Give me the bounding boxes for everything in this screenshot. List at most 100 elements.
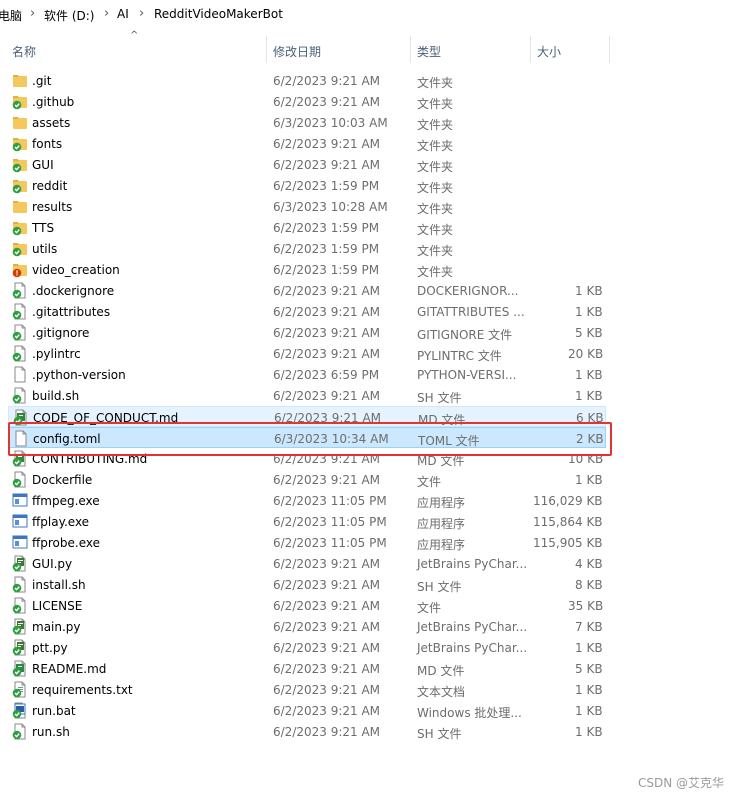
- column-header-type[interactable]: 类型: [417, 43, 441, 60]
- file-row[interactable]: utils 6/2/2023 1:59 PM 文件夹: [0, 238, 739, 259]
- file-synced-icon: [12, 345, 26, 362]
- file-type: PYTHON-VERSI...: [417, 368, 517, 382]
- exe-icon: [12, 514, 28, 528]
- file-size: 1 KB: [575, 704, 603, 718]
- file-row[interactable]: .gitignore 6/2/2023 9:21 AM GITIGNORE 文件 5 …: [0, 322, 739, 343]
- file-row[interactable]: assets 6/3/2023 10:03 AM 文件夹: [0, 112, 739, 133]
- file-row[interactable]: .dockerignore 6/2/2023 9:21 AM DOCKERIGNOR…: [0, 280, 739, 301]
- file-row[interactable]: ffplay.exe 6/2/2023 11:05 PM 应用程序 115,864 K…: [0, 511, 739, 532]
- file-row[interactable]: ptt.py 6/2/2023 9:21 AM JetBrains PyChar..…: [0, 637, 739, 658]
- folder-synced-icon: [12, 159, 27, 173]
- file-row[interactable]: requirements.txt 6/2/2023 9:21 AM 文本文档 1 KB: [0, 679, 739, 700]
- file-modified-date: 6/2/2023 9:21 AM: [273, 725, 381, 739]
- file-type: 文件夹: [417, 202, 454, 216]
- file-modified-date: 6/2/2023 9:21 AM: [273, 704, 381, 718]
- file-name: ffmpeg.exe: [32, 494, 100, 508]
- file-modified-date: 6/2/2023 9:21 AM: [273, 683, 381, 697]
- address-bar[interactable]: 电脑 › 软件 (D:) › AI › RedditVideoMakerBot: [0, 0, 739, 30]
- file-type: 文件: [417, 475, 442, 489]
- file-type: 文件夹: [417, 265, 454, 279]
- file-row[interactable]: ffprobe.exe 6/2/2023 11:05 PM 应用程序 115,905 …: [0, 532, 739, 553]
- breadcrumb-current-folder[interactable]: RedditVideoMakerBot: [154, 7, 283, 21]
- text-synced-icon: [12, 681, 26, 698]
- file-modified-date: 6/2/2023 9:21 AM: [273, 620, 381, 634]
- file-name: .python-version: [32, 368, 126, 382]
- file-size: 35 KB: [568, 599, 604, 613]
- file-row[interactable]: reddit 6/2/2023 1:59 PM 文件夹: [0, 175, 739, 196]
- file-row[interactable]: TTS 6/2/2023 1:59 PM 文件夹: [0, 217, 739, 238]
- file-row[interactable]: Dockerfile 6/2/2023 9:21 AM 文件 1 KB: [0, 469, 739, 490]
- file-size: 4 KB: [575, 557, 603, 571]
- file-row[interactable]: video_creation 6/2/2023 1:59 PM 文件夹: [0, 259, 739, 280]
- file-name: .gitattributes: [32, 305, 111, 319]
- folder-error-icon: [12, 264, 27, 278]
- file-modified-date: 6/2/2023 9:21 AM: [273, 347, 381, 361]
- file-type: GITATTRIBUTES ...: [417, 305, 525, 319]
- markdown-synced-icon: [12, 660, 26, 677]
- chevron-right-icon[interactable]: ›: [139, 6, 144, 21]
- file-row[interactable]: install.sh 6/2/2023 9:21 AM SH 文件 8 KB: [0, 574, 739, 595]
- file-row[interactable]: .github 6/2/2023 9:21 AM 文件夹: [0, 91, 739, 112]
- file-type: GITIGNORE 文件: [417, 328, 513, 342]
- folder-icon: [13, 201, 27, 213]
- file-row[interactable]: run.sh 6/2/2023 9:21 AM SH 文件 1 KB: [0, 721, 739, 742]
- file-synced-icon: [12, 282, 26, 299]
- file-name: .dockerignore: [32, 284, 115, 298]
- file-row[interactable]: ffmpeg.exe 6/2/2023 11:05 PM 应用程序 116,029 K…: [0, 490, 739, 511]
- pycharm-synced-icon: [12, 555, 26, 572]
- file-modified-date: 6/2/2023 9:21 AM: [273, 641, 381, 655]
- breadcrumb-this-pc[interactable]: 电脑: [0, 7, 22, 24]
- file-synced-icon: [12, 324, 26, 341]
- breadcrumb-ai[interactable]: AI: [117, 7, 129, 21]
- file-size: 1 KB: [575, 284, 603, 298]
- file-row[interactable]: .python-version 6/2/2023 6:59 PM PYTHON-VE…: [0, 364, 739, 385]
- file-name: .github: [32, 95, 75, 109]
- highlight-annotation-box: [8, 422, 612, 456]
- file-type: JetBrains PyChar...: [417, 641, 528, 655]
- sort-ascending-icon: ^: [130, 30, 139, 41]
- file-modified-date: 6/2/2023 11:05 PM: [273, 494, 387, 508]
- folder-icon: [13, 75, 27, 87]
- file-row[interactable]: GUI 6/2/2023 9:21 AM 文件夹: [0, 154, 739, 175]
- file-modified-date: 6/2/2023 9:21 AM: [273, 158, 381, 172]
- file-modified-date: 6/2/2023 9:21 AM: [273, 578, 381, 592]
- column-divider[interactable]: [530, 36, 531, 63]
- column-divider[interactable]: [266, 36, 267, 63]
- column-header-size[interactable]: 大小: [537, 43, 561, 60]
- file-row[interactable]: build.sh 6/2/2023 9:21 AM SH 文件 1 KB: [0, 385, 739, 406]
- column-divider[interactable]: [410, 36, 411, 63]
- file-name: main.py: [32, 620, 81, 634]
- file-name: Dockerfile: [32, 473, 93, 487]
- file-size: 1 KB: [575, 725, 603, 739]
- file-row[interactable]: .gitattributes 6/2/2023 9:21 AM GITATTRIBU…: [0, 301, 739, 322]
- column-header-date[interactable]: 修改日期: [273, 43, 321, 60]
- file-type: 文件夹: [417, 160, 454, 174]
- file-row[interactable]: README.md 6/2/2023 9:21 AM MD 文件 5 KB: [0, 658, 739, 679]
- file-modified-date: 6/2/2023 9:21 AM: [273, 74, 381, 88]
- chevron-right-icon[interactable]: ›: [30, 6, 35, 21]
- file-row[interactable]: results 6/3/2023 10:28 AM 文件夹: [0, 196, 739, 217]
- file-row[interactable]: fonts 6/2/2023 9:21 AM 文件夹: [0, 133, 739, 154]
- file-modified-date: 6/2/2023 9:21 AM: [273, 389, 381, 403]
- breadcrumb-drive-d[interactable]: 软件 (D:): [44, 7, 94, 24]
- file-row[interactable]: run.bat 6/2/2023 9:21 AM Windows 批处理... 1 K…: [0, 700, 739, 721]
- file-row[interactable]: LICENSE 6/2/2023 9:21 AM 文件 35 KB: [0, 595, 739, 616]
- file-modified-date: 6/2/2023 9:21 AM: [273, 599, 381, 613]
- file-size: 1 KB: [575, 389, 603, 403]
- file-type: Windows 批处理...: [417, 706, 522, 720]
- file-row[interactable]: GUI.py 6/2/2023 9:21 AM JetBrains PyChar..…: [0, 553, 739, 574]
- file-modified-date: 6/2/2023 11:05 PM: [273, 515, 387, 529]
- file-name: GUI.py: [32, 557, 73, 571]
- file-name: GUI: [32, 158, 54, 172]
- watermark: CSDN @艾克华: [637, 776, 724, 790]
- chevron-right-icon[interactable]: ›: [104, 6, 109, 21]
- column-header-name[interactable]: 名称: [12, 43, 36, 60]
- file-row[interactable]: .git 6/2/2023 9:21 AM 文件夹: [0, 70, 739, 91]
- file-row[interactable]: main.py 6/2/2023 9:21 AM JetBrains PyChar.…: [0, 616, 739, 637]
- column-divider[interactable]: [609, 36, 610, 63]
- file-row[interactable]: .pylintrc 6/2/2023 9:21 AM PYLINTRC 文件 20 K…: [0, 343, 739, 364]
- file-name: assets: [32, 116, 71, 130]
- file-type: 应用程序: [417, 517, 466, 531]
- file-name: run.bat: [32, 704, 76, 718]
- file-size: 1 KB: [575, 683, 603, 697]
